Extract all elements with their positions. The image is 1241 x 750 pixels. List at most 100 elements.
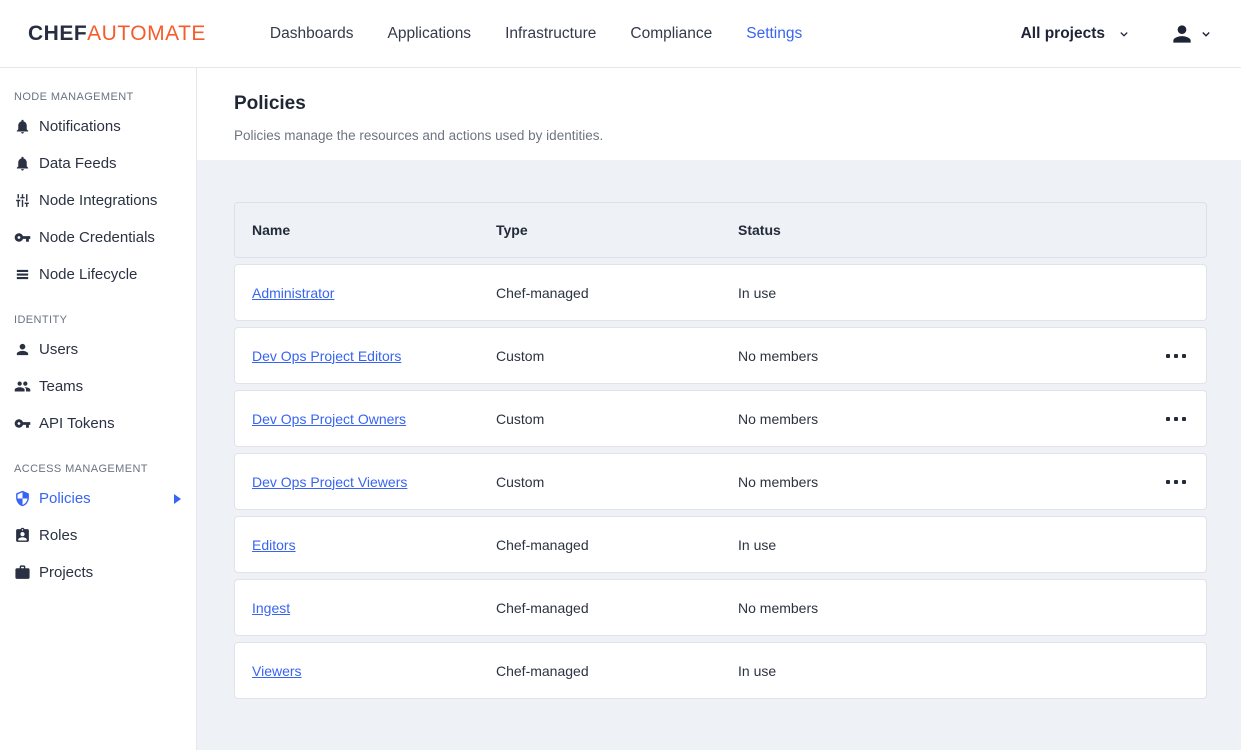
shield-icon [14,490,31,507]
expand-arrow-icon[interactable] [174,494,181,504]
type-cell: Custom [496,411,738,427]
main-content: Policies Policies manage the resources a… [197,68,1241,750]
policy-link[interactable]: Administrator [252,285,496,301]
chevron-down-icon [1199,27,1213,41]
projects-dropdown[interactable]: All projects [1021,25,1131,43]
policies-table: NameTypeStatus AdministratorChef-managed… [234,202,1207,699]
sidebar-item-node-credentials[interactable]: Node Credentials [0,219,196,256]
column-header-status: Status [738,222,1136,238]
status-cell: No members [738,348,1136,364]
column-header-type: Type [496,222,738,238]
sidebar-item-label: API Tokens [39,415,115,432]
sidebar-item-label: Teams [39,378,83,395]
sidebar-item-label: Node Credentials [39,229,155,246]
nav-link-dashboards[interactable]: Dashboards [270,25,354,43]
sidebar-item-label: Roles [39,527,77,544]
type-cell: Chef-managed [496,663,738,679]
page-title: Policies [234,93,1207,115]
page-header: Policies Policies manage the resources a… [197,68,1241,160]
policy-link[interactable]: Dev Ops Project Viewers [252,474,496,490]
table-row: ViewersChef-managedIn use [234,642,1207,699]
logo-automate: AUTOMATE [87,22,206,45]
nav-link-compliance[interactable]: Compliance [630,25,712,43]
sidebar-section-title: NODE MANAGEMENT [0,87,196,108]
sidebar-item-label: Users [39,341,78,358]
type-cell: Custom [496,474,738,490]
briefcase-icon [14,564,31,581]
sidebar-section-identity: IDENTITY Users Teams API Tokens [0,293,196,442]
policy-link[interactable]: Viewers [252,663,496,679]
status-cell: In use [738,285,1136,301]
table-row: Dev Ops Project ViewersCustomNo members [234,453,1207,510]
page-description: Policies manage the resources and action… [234,128,1207,143]
sidebar-item-projects[interactable]: Projects [0,554,196,591]
sidebar: NODE MANAGEMENTNotifications Data Feeds No… [0,68,197,750]
row-menu-button[interactable] [1160,409,1192,429]
table-row: Dev Ops Project OwnersCustomNo members [234,390,1207,447]
bell-icon [14,155,31,172]
column-header-name: Name [252,222,496,238]
ellipsis-icon [1166,354,1170,358]
sidebar-item-label: Policies [39,490,91,507]
key-icon [14,229,31,246]
nav-link-applications[interactable]: Applications [387,25,471,43]
sidebar-item-notifications[interactable]: Notifications [0,108,196,145]
main-nav: Dashboards Applications Infrastructure Comp… [270,25,802,43]
bell-icon [14,118,31,135]
sidebar-item-teams[interactable]: Teams [0,368,196,405]
id-badge-icon [14,527,31,544]
user-avatar-icon [1169,21,1195,47]
table-header-row: NameTypeStatus [234,202,1207,258]
row-menu-button[interactable] [1160,346,1192,366]
logo-chef: CHEF [28,22,87,45]
policy-link[interactable]: Dev Ops Project Owners [252,411,496,427]
status-cell: In use [738,537,1136,553]
people-icon [14,378,31,395]
ellipsis-icon [1166,417,1170,421]
type-cell: Chef-managed [496,537,738,553]
sidebar-item-node-lifecycle[interactable]: Node Lifecycle [0,256,196,293]
nav-link-infrastructure[interactable]: Infrastructure [505,25,596,43]
status-cell: No members [738,474,1136,490]
nav-right: All projects [1021,21,1213,47]
sidebar-item-users[interactable]: Users [0,331,196,368]
projects-dropdown-label: All projects [1021,25,1105,43]
policy-link[interactable]: Editors [252,537,496,553]
key-icon [14,415,31,432]
sidebar-item-label: Node Integrations [39,192,157,209]
person-icon [14,341,31,358]
nav-link-settings[interactable]: Settings [746,25,802,43]
status-cell: No members [738,600,1136,616]
status-cell: No members [738,411,1136,427]
content-area: NameTypeStatus AdministratorChef-managed… [197,160,1241,750]
row-menu-button[interactable] [1160,472,1192,492]
table-row: Dev Ops Project EditorsCustomNo members [234,327,1207,384]
chevron-down-icon [1117,27,1131,41]
sidebar-item-roles[interactable]: Roles [0,517,196,554]
policy-link[interactable]: Ingest [252,600,496,616]
sidebar-section-node-management: NODE MANAGEMENTNotifications Data Feeds No… [0,70,196,293]
top-nav: CHEFAUTOMATE Dashboards Applications Infra… [0,0,1241,68]
user-menu[interactable] [1169,21,1213,47]
sidebar-section-access-management: ACCESS MANAGEMENT Policies Roles Projects [0,442,196,591]
table-row: EditorsChef-managedIn use [234,516,1207,573]
sidebar-item-label: Data Feeds [39,155,117,172]
type-cell: Chef-managed [496,285,738,301]
sidebar-section-title: ACCESS MANAGEMENT [0,459,196,480]
sidebar-item-node-integrations[interactable]: Node Integrations [0,182,196,219]
table-row: AdministratorChef-managedIn use [234,264,1207,321]
sidebar-item-policies[interactable]: Policies [0,480,196,517]
table-body: AdministratorChef-managedIn useDev Ops P… [234,264,1207,699]
sidebar-section-title: IDENTITY [0,310,196,331]
list-icon [14,266,31,283]
policy-link[interactable]: Dev Ops Project Editors [252,348,496,364]
type-cell: Custom [496,348,738,364]
sidebar-item-api-tokens[interactable]: API Tokens [0,405,196,442]
app-logo: CHEFAUTOMATE [28,22,206,46]
sidebar-item-data-feeds[interactable]: Data Feeds [0,145,196,182]
table-row: IngestChef-managedNo members [234,579,1207,636]
sliders-icon [14,192,31,209]
status-cell: In use [738,663,1136,679]
type-cell: Chef-managed [496,600,738,616]
ellipsis-icon [1166,480,1170,484]
